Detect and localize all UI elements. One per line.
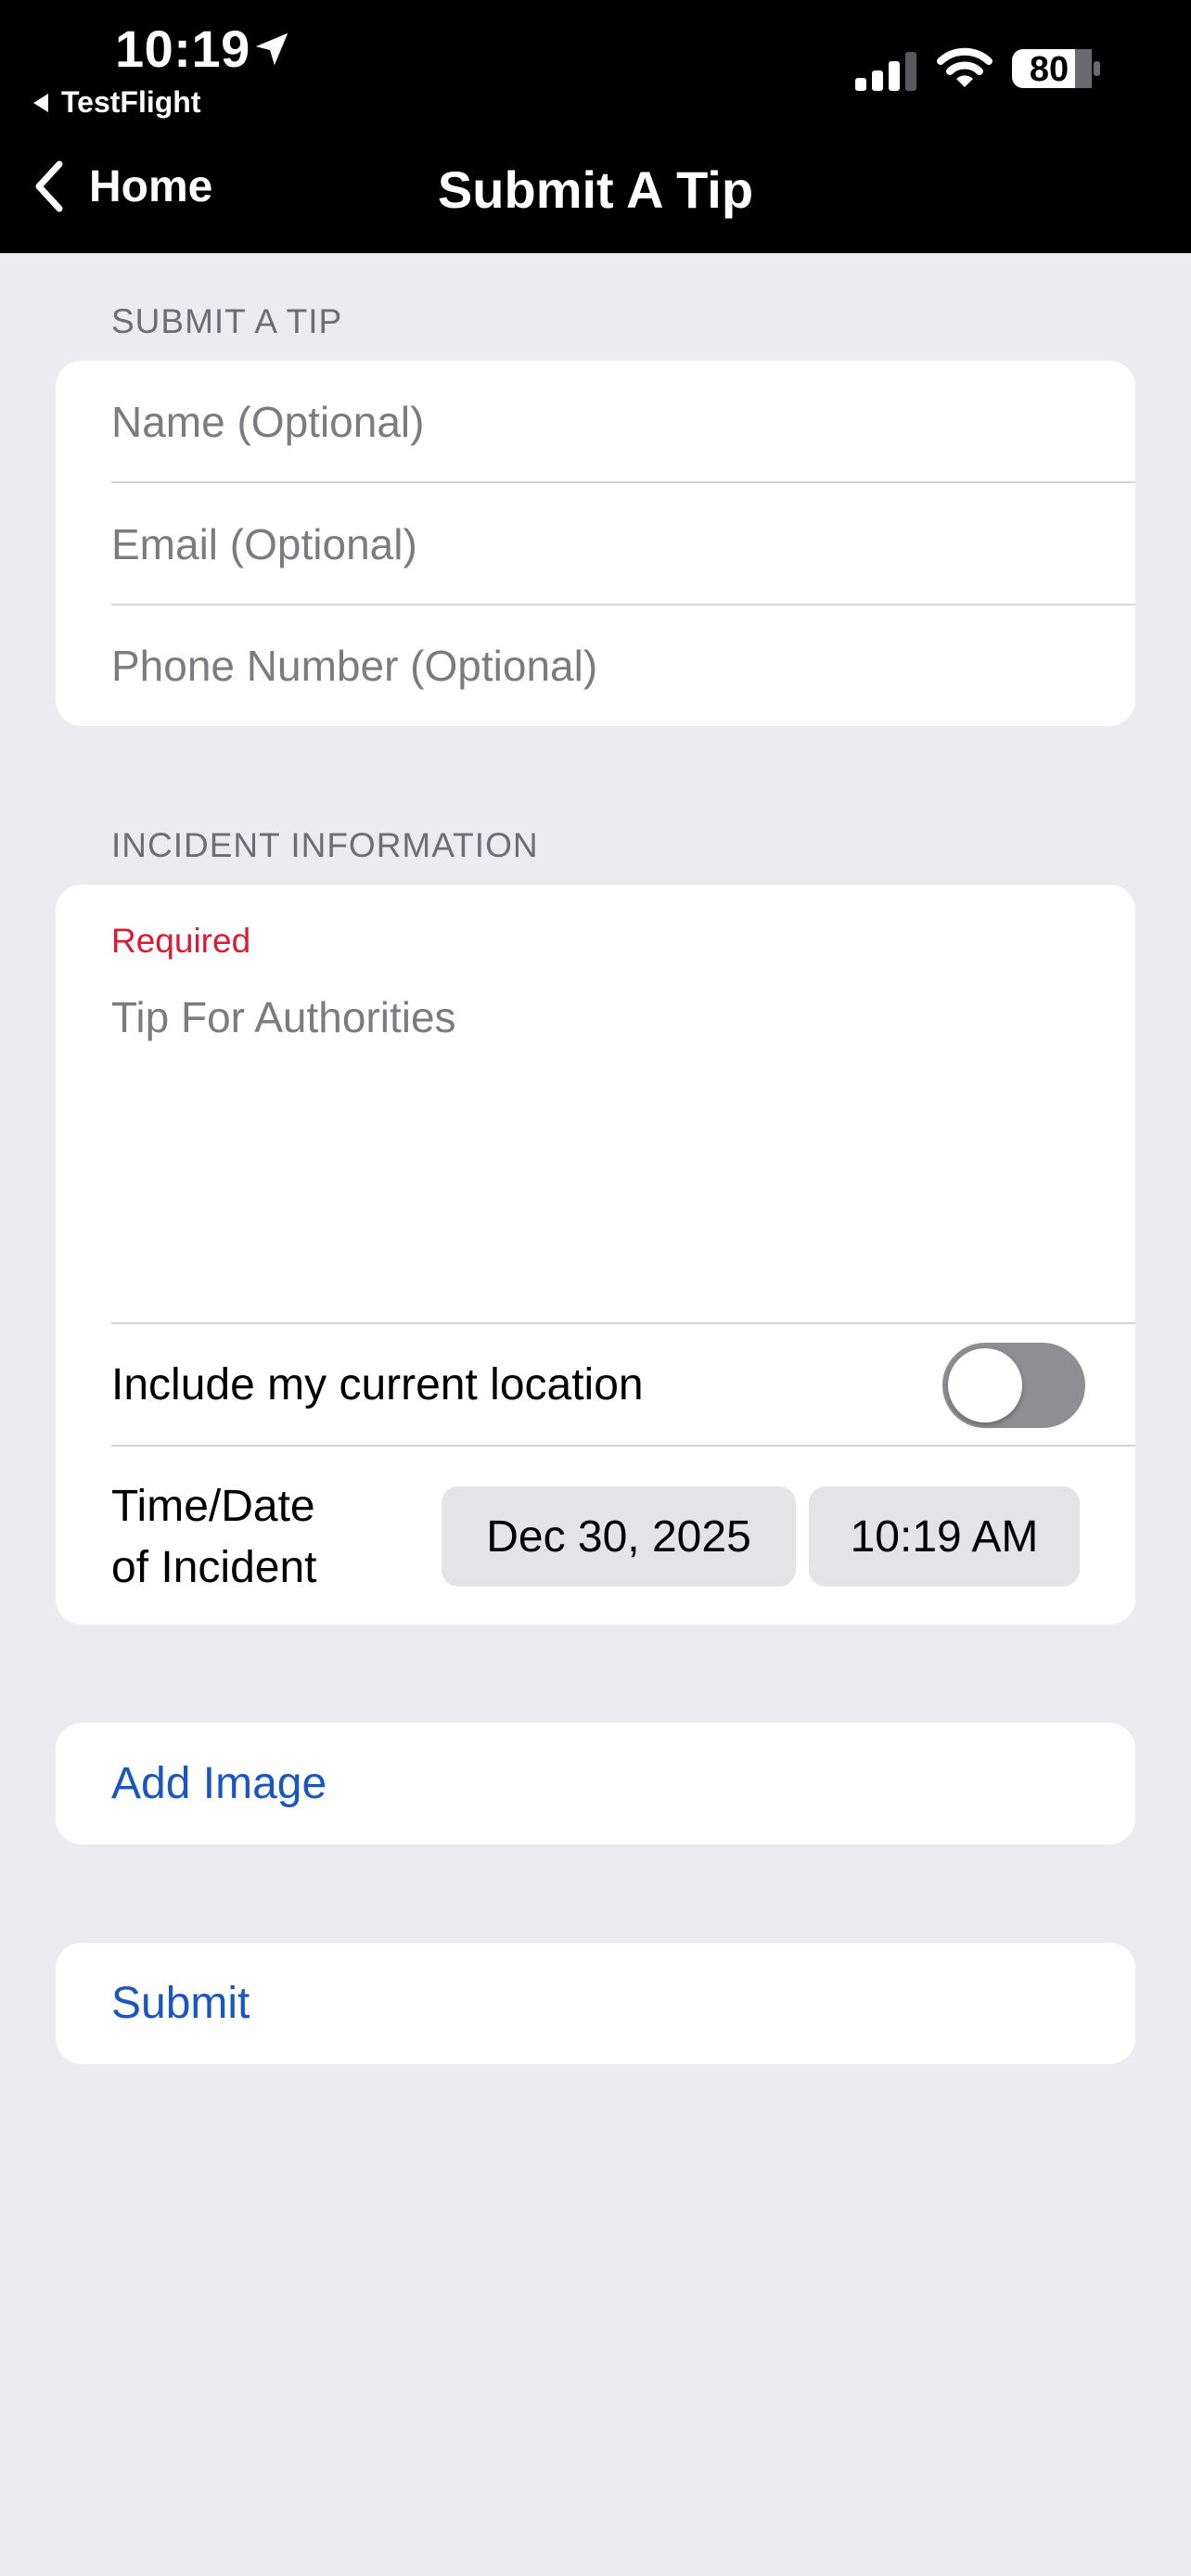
battery-icon: 80 — [1011, 48, 1102, 89]
date-picker-button[interactable]: Dec 30, 2025 — [442, 1486, 796, 1587]
status-time: 10:19 — [115, 19, 250, 78]
location-toggle[interactable] — [942, 1343, 1085, 1428]
submit-label: Submit — [111, 1979, 250, 2028]
name-field[interactable]: Name (Optional) — [111, 361, 1135, 482]
incident-card: Required Tip For Authorities Include my … — [56, 885, 1135, 1625]
phone-field[interactable]: Phone Number (Optional) — [111, 606, 1135, 726]
back-triangle-icon — [33, 93, 48, 112]
header-bar: 10:19 TestFlight 80 Home Submit A Tip — [0, 0, 1191, 253]
contact-card: Name (Optional) Email (Optional) Phone N… — [56, 361, 1135, 726]
submit-button[interactable]: Submit — [111, 1943, 1135, 2064]
time-picker-button[interactable]: 10:19 AM — [809, 1486, 1080, 1587]
add-image-card[interactable]: Add Image — [56, 1723, 1135, 1844]
tip-placeholder: Tip For Authorities — [111, 993, 456, 1041]
back-app-label: TestFlight — [61, 85, 201, 119]
back-to-testflight[interactable]: TestFlight — [33, 85, 201, 120]
cellular-signal-icon — [855, 52, 916, 91]
section-header-submit-tip: SUBMIT A TIP — [111, 302, 343, 340]
datetime-label: Time/Date of Incident — [111, 1476, 316, 1599]
location-arrow-icon — [255, 32, 288, 66]
email-placeholder: Email (Optional) — [111, 519, 417, 568]
wifi-icon — [937, 47, 992, 87]
add-image-button[interactable]: Add Image — [111, 1723, 1135, 1844]
datetime-label-line2: of Incident — [111, 1543, 317, 1592]
datetime-label-line1: Time/Date — [111, 1482, 315, 1531]
phone-placeholder: Phone Number (Optional) — [111, 642, 598, 690]
divider — [111, 1445, 1135, 1447]
page-title: Submit A Tip — [437, 160, 754, 219]
name-placeholder: Name (Optional) — [111, 397, 425, 446]
email-field[interactable]: Email (Optional) — [111, 483, 1135, 605]
toggle-knob — [948, 1348, 1022, 1422]
tip-textarea[interactable]: Tip For Authorities — [56, 885, 1135, 1322]
submit-card[interactable]: Submit — [56, 1943, 1135, 2064]
add-image-label: Add Image — [111, 1759, 327, 1808]
location-label: Include my current location — [111, 1359, 644, 1409]
battery-level: 80 — [1029, 50, 1069, 89]
section-header-incident: INCIDENT INFORMATION — [111, 826, 539, 864]
